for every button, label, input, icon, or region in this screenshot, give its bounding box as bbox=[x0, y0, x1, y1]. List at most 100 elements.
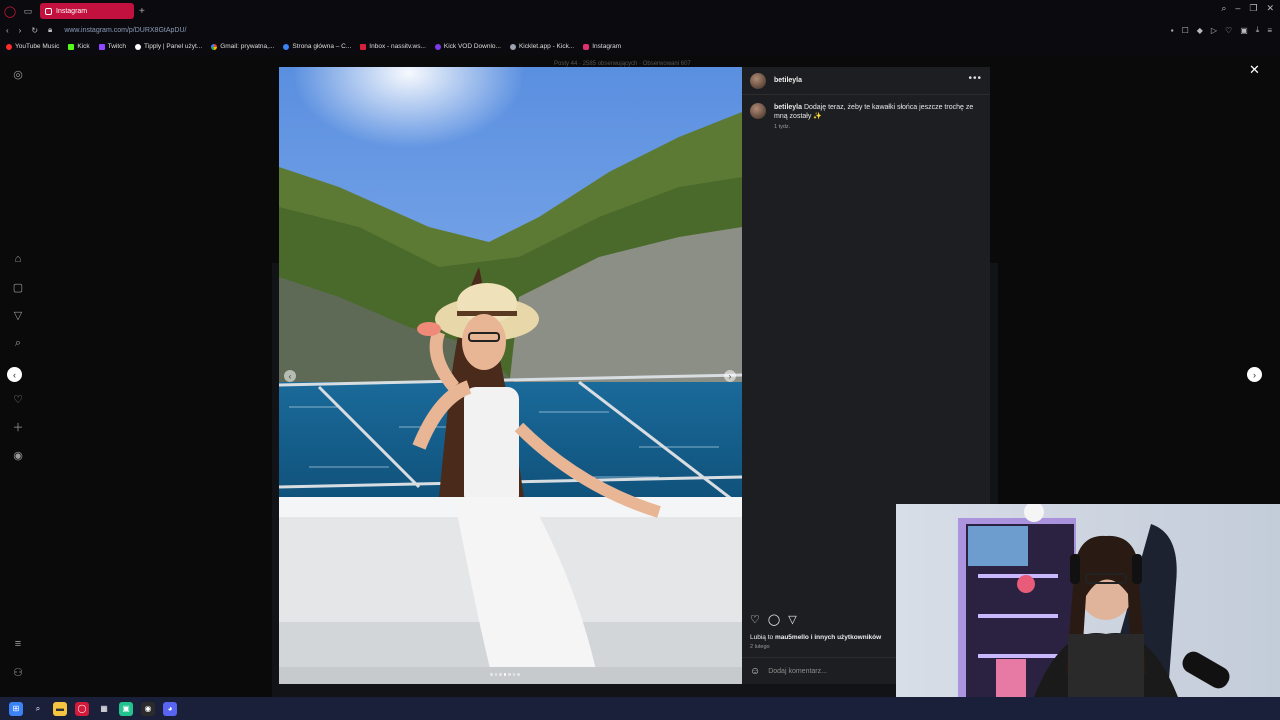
share-send-icon[interactable]: ▽ bbox=[788, 613, 796, 626]
likes-suffix[interactable]: i innych użytkowników bbox=[809, 634, 881, 641]
search-icon[interactable]: ⌕ bbox=[31, 702, 45, 716]
bookmark-item[interactable]: Strona główna – C... bbox=[283, 43, 351, 50]
play-icon[interactable]: ▷ bbox=[1211, 26, 1217, 35]
kick-icon bbox=[68, 43, 75, 50]
windows-start-icon[interactable]: ⊞ bbox=[9, 701, 23, 716]
threads-icon[interactable]: ⚇ bbox=[11, 665, 25, 679]
mail-icon bbox=[360, 43, 367, 50]
caption-comment: betileyla Dodaję teraz, żeby te kawałki … bbox=[750, 103, 982, 130]
avatar[interactable] bbox=[750, 103, 766, 119]
new-tab-button[interactable]: + bbox=[139, 6, 145, 17]
workspaces-icon[interactable]: ▭ bbox=[20, 0, 36, 22]
forward-icon[interactable]: › bbox=[19, 26, 22, 35]
emoji-icon[interactable]: ☺ bbox=[750, 666, 760, 677]
lock-icon: 🔒︎ bbox=[48, 25, 53, 34]
instagram-logo-icon[interactable]: ◎ bbox=[11, 67, 25, 81]
vod-icon bbox=[434, 43, 441, 50]
bookmarks-bar: YouTube Music Kick Twitch Tipply | Panel… bbox=[0, 38, 1280, 55]
likes-prefix: Lubią to bbox=[750, 634, 775, 641]
send-icon[interactable]: ▽ bbox=[11, 308, 25, 322]
tab-instagram[interactable]: Instagram bbox=[40, 3, 134, 19]
carousel-dot bbox=[490, 673, 493, 676]
search-icon[interactable]: ⌕ bbox=[11, 336, 25, 350]
menu-icon[interactable]: ≡ bbox=[1267, 26, 1272, 35]
bookmark-item[interactable]: Kick VOD Downlo... bbox=[434, 43, 501, 50]
profile-icon[interactable]: ◉ bbox=[11, 448, 25, 462]
extension-icon[interactable]: ▪ bbox=[1171, 26, 1174, 35]
instagram-icon bbox=[45, 7, 52, 15]
bookmark-item[interactable]: Twitch bbox=[98, 43, 127, 50]
bookmark-label: Kicklet.app - Kick... bbox=[518, 43, 575, 50]
webcam-image bbox=[896, 504, 1280, 720]
comment-input[interactable]: Dodaj komentarz... bbox=[768, 668, 827, 675]
opera-icon[interactable]: ◯ bbox=[0, 0, 20, 22]
post-photo[interactable]: ‹ › bbox=[279, 67, 742, 684]
windows-taskbar: ⊞ ⌕ ▬ ◯ ▦ ▣ ◉ ◕ bbox=[0, 697, 1280, 720]
bookmark-label: Tipply | Panel użyt... bbox=[144, 43, 203, 50]
carousel-dot bbox=[508, 673, 511, 676]
bookmark-item[interactable]: Inbox - nassitv.ws... bbox=[360, 43, 426, 50]
bookmark-item[interactable]: YouTube Music bbox=[6, 43, 59, 50]
carousel-dot bbox=[494, 673, 497, 676]
heart-icon[interactable]: ♡ bbox=[1225, 26, 1232, 35]
bookmark-item[interactable]: Gmail: prywatna,... bbox=[211, 43, 274, 50]
carousel-prev-button[interactable]: ‹ bbox=[284, 370, 296, 382]
bookmark-item[interactable]: Kick bbox=[68, 43, 90, 50]
likes-user[interactable]: mau5mello bbox=[775, 634, 809, 641]
bookmark-label: Instagram bbox=[592, 43, 622, 50]
close-window-button[interactable]: ✕ bbox=[1266, 3, 1274, 14]
google-icon bbox=[211, 43, 218, 50]
caption-username[interactable]: betileyla bbox=[774, 104, 802, 111]
reels-icon[interactable]: ▢ bbox=[11, 280, 25, 294]
tab-title: Instagram bbox=[56, 7, 88, 15]
close-icon[interactable]: ✕ bbox=[1249, 62, 1260, 78]
opera-gx-icon[interactable]: ◯ bbox=[75, 701, 89, 716]
carousel-dot-active bbox=[503, 673, 506, 676]
reload-icon[interactable]: ↻ bbox=[31, 26, 38, 35]
boat-photo-image bbox=[279, 67, 742, 684]
search-tabs-icon[interactable]: ⌕ bbox=[1221, 3, 1226, 14]
next-post-button[interactable]: › bbox=[1247, 367, 1262, 382]
more-options-icon[interactable]: ••• bbox=[968, 73, 982, 84]
likes-line: Lubią to mau5mello i innych użytkowników bbox=[750, 634, 881, 641]
discord-icon[interactable]: ◕ bbox=[163, 701, 177, 716]
carousel-next-button[interactable]: › bbox=[724, 370, 736, 382]
carousel-dot bbox=[499, 673, 502, 676]
prev-post-button[interactable]: ‹ bbox=[7, 367, 22, 382]
caption-body: Dodaję teraz, żeby te kawałki słońca jes… bbox=[774, 104, 974, 120]
more-menu-icon[interactable]: ≡ bbox=[11, 637, 25, 651]
tipply-icon bbox=[135, 43, 142, 50]
download-icon[interactable]: ⤓ bbox=[1256, 25, 1260, 35]
wallet-icon[interactable]: ▣ bbox=[1240, 26, 1248, 35]
like-heart-icon[interactable]: ♡ bbox=[750, 613, 760, 626]
avatar[interactable] bbox=[750, 72, 766, 89]
file-explorer-icon[interactable]: ▬ bbox=[53, 701, 67, 716]
shield-icon[interactable]: ◆ bbox=[1197, 26, 1203, 35]
bookmark-label: YouTube Music bbox=[15, 43, 60, 50]
obs-icon[interactable]: ◉ bbox=[141, 701, 155, 716]
comment-bubble-icon[interactable]: ◯ bbox=[768, 613, 780, 626]
bookmark-label: Strona główna – C... bbox=[292, 43, 352, 50]
address-bar: ‹ › ↻ 🔒︎ www.instagram.com/p/DURX8GtApDU… bbox=[0, 22, 1280, 38]
bookmark-label: Inbox - nassitv.ws... bbox=[369, 43, 426, 50]
spotify-like-icon[interactable]: ▣ bbox=[119, 701, 133, 716]
bookmark-label: Kick bbox=[77, 43, 90, 50]
bookmark-label: Twitch bbox=[107, 43, 127, 50]
maximize-button[interactable]: ❐ bbox=[1249, 3, 1257, 14]
carousel-dot bbox=[512, 673, 515, 676]
post-username[interactable]: betileyla bbox=[774, 77, 802, 84]
create-icon[interactable]: ＋ bbox=[11, 420, 25, 434]
twitch-icon bbox=[98, 43, 105, 50]
notifications-icon[interactable]: ♡ bbox=[11, 392, 25, 406]
bookmark-icon[interactable]: ☐ bbox=[1182, 26, 1189, 35]
bookmark-item[interactable]: Kicklet.app - Kick... bbox=[509, 43, 575, 50]
kicklet-icon bbox=[509, 43, 516, 50]
bookmark-item[interactable]: Instagram bbox=[583, 43, 621, 50]
bookmark-item[interactable]: Tipply | Panel użyt... bbox=[135, 43, 202, 50]
minimize-button[interactable]: – bbox=[1235, 3, 1240, 14]
back-icon[interactable]: ‹ bbox=[6, 26, 9, 35]
url-field[interactable]: www.instagram.com/p/DURX8GtApDU/ bbox=[64, 27, 186, 34]
app-icon[interactable]: ▦ bbox=[97, 702, 111, 716]
bookmark-icon bbox=[6, 43, 12, 50]
home-icon[interactable]: ⌂ bbox=[11, 252, 25, 266]
